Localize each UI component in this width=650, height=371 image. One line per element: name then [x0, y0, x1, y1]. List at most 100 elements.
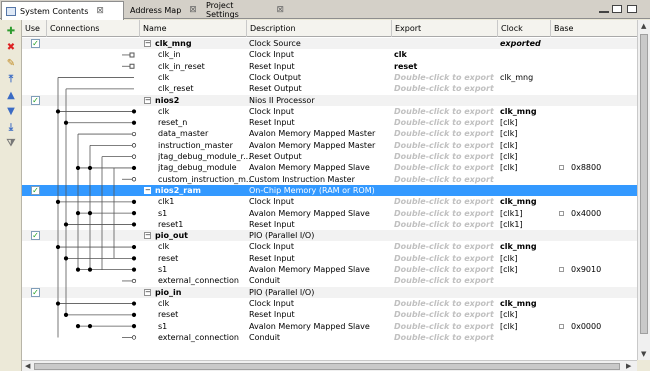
connection-dot[interactable]: [87, 267, 93, 272]
close-icon[interactable]: ⊠: [276, 5, 284, 15]
export-cell[interactable]: [394, 287, 496, 298]
export-cell[interactable]: Double-click to export: [394, 241, 496, 252]
connection-dot[interactable]: [131, 222, 137, 227]
connection-dot[interactable]: [131, 211, 137, 216]
export-cell[interactable]: Double-click to export: [394, 162, 496, 173]
export-cell[interactable]: [394, 185, 496, 196]
connection-dot[interactable]: [131, 312, 137, 317]
export-cell[interactable]: Double-click to export: [394, 309, 496, 320]
minimize-icon[interactable]: [599, 11, 609, 13]
add-icon[interactable]: ✚: [5, 25, 17, 37]
lock-icon[interactable]: [559, 267, 564, 272]
remove-icon[interactable]: ✖: [5, 41, 17, 53]
export-cell[interactable]: Double-click to export: [394, 321, 496, 332]
export-cell[interactable]: Double-click to export: [394, 219, 496, 230]
export-cell[interactable]: Double-click to export: [394, 196, 496, 207]
export-cell[interactable]: clk: [394, 49, 496, 60]
connection-dot[interactable]: [63, 312, 69, 317]
connection-dot[interactable]: [131, 143, 137, 148]
export-cell[interactable]: [394, 230, 496, 241]
connection-dot[interactable]: [131, 335, 137, 340]
connection-dot[interactable]: [63, 120, 69, 125]
move-up-icon[interactable]: ▲: [5, 89, 17, 101]
export-cell[interactable]: Double-click to export: [394, 208, 496, 219]
edit-icon[interactable]: ✎: [5, 57, 17, 69]
tab-system-contents[interactable]: System Contents ⊠: [1, 1, 124, 20]
connection-dot[interactable]: [55, 199, 61, 204]
connection-dot[interactable]: [131, 256, 137, 261]
col-clock[interactable]: Clock: [498, 20, 551, 37]
filter-icon[interactable]: ⧩: [5, 137, 17, 149]
export-cell[interactable]: Double-click to export: [394, 128, 496, 139]
export-cell[interactable]: Double-click to export: [394, 174, 496, 185]
connection-dot[interactable]: [55, 244, 61, 250]
close-icon[interactable]: ⊠: [96, 6, 104, 16]
maximize-icon[interactable]: [627, 5, 637, 13]
export-cell[interactable]: reset: [394, 61, 496, 72]
col-name[interactable]: Name: [140, 20, 247, 37]
export-cell[interactable]: Double-click to export: [394, 151, 496, 162]
connection-dot[interactable]: [131, 301, 137, 306]
col-description[interactable]: Description: [247, 20, 392, 37]
connection-dot[interactable]: [55, 301, 61, 306]
connection-dot[interactable]: [131, 244, 137, 250]
connection-dot[interactable]: [75, 211, 81, 216]
move-bottom-icon[interactable]: ⤓: [5, 121, 17, 133]
connection-dot[interactable]: [87, 324, 93, 329]
connection-dot[interactable]: [131, 278, 137, 284]
collapse-icon[interactable]: −: [144, 186, 151, 194]
collapse-icon[interactable]: −: [144, 232, 151, 240]
connection-dot[interactable]: [131, 177, 137, 182]
scroll-right-icon[interactable]: ▶: [626, 362, 631, 370]
connection-dot[interactable]: [131, 154, 137, 159]
export-cell[interactable]: Double-click to export: [394, 264, 496, 275]
connection-dot[interactable]: [131, 131, 137, 137]
col-export[interactable]: Export: [392, 20, 498, 37]
connection-dot[interactable]: [75, 165, 81, 171]
collapse-icon[interactable]: −: [144, 96, 151, 104]
export-cell[interactable]: Double-click to export: [394, 275, 496, 286]
export-cell[interactable]: Double-click to export: [394, 140, 496, 151]
horizontal-scrollbar[interactable]: ◀ ▶: [22, 360, 637, 371]
connection-dot[interactable]: [131, 267, 137, 272]
connection-dot[interactable]: [87, 165, 93, 171]
scroll-thumb[interactable]: [640, 34, 648, 334]
move-top-icon[interactable]: ⤒: [5, 73, 17, 85]
export-cell[interactable]: Double-click to export: [394, 117, 496, 128]
connection-dot[interactable]: [131, 324, 137, 329]
connection-dot[interactable]: [55, 109, 61, 114]
restore-icon[interactable]: [612, 5, 622, 13]
export-cell[interactable]: [394, 38, 496, 49]
export-cell[interactable]: Double-click to export: [394, 332, 496, 343]
lock-icon[interactable]: [559, 165, 564, 171]
export-cell[interactable]: Double-click to export: [394, 298, 496, 309]
col-base[interactable]: Base: [551, 20, 637, 37]
export-cell[interactable]: Double-click to export: [394, 253, 496, 264]
tab-project-settings[interactable]: Project Settings ⊠: [202, 1, 284, 19]
scroll-down-icon[interactable]: ▼: [641, 350, 646, 358]
lock-icon[interactable]: [559, 210, 564, 216]
connections-graph[interactable]: [22, 20, 142, 360]
vertical-scrollbar[interactable]: ▲ ▼: [637, 20, 650, 360]
connection-dot[interactable]: [75, 267, 81, 272]
export-cell[interactable]: Double-click to export: [394, 83, 496, 94]
connection-dot[interactable]: [87, 211, 93, 216]
collapse-icon[interactable]: −: [144, 288, 151, 296]
scroll-left-icon[interactable]: ◀: [25, 362, 30, 370]
connection-dot[interactable]: [131, 109, 137, 114]
tab-address-map[interactable]: Address Map ⊠: [126, 1, 198, 19]
connection-dot[interactable]: [131, 165, 137, 171]
connection-dot[interactable]: [131, 199, 137, 204]
lock-icon[interactable]: [559, 323, 564, 329]
connection-dot[interactable]: [75, 324, 81, 329]
move-down-icon[interactable]: ▼: [5, 105, 17, 117]
scroll-thumb[interactable]: [34, 363, 620, 370]
export-cell[interactable]: Double-click to export: [394, 72, 496, 83]
connection-dot[interactable]: [131, 120, 137, 125]
export-cell[interactable]: Double-click to export: [394, 106, 496, 117]
close-icon[interactable]: ⊠: [189, 5, 197, 15]
scroll-up-icon[interactable]: ▲: [641, 22, 646, 30]
connection-dot[interactable]: [63, 256, 69, 261]
collapse-icon[interactable]: −: [144, 40, 151, 47]
export-cell[interactable]: [394, 95, 496, 106]
